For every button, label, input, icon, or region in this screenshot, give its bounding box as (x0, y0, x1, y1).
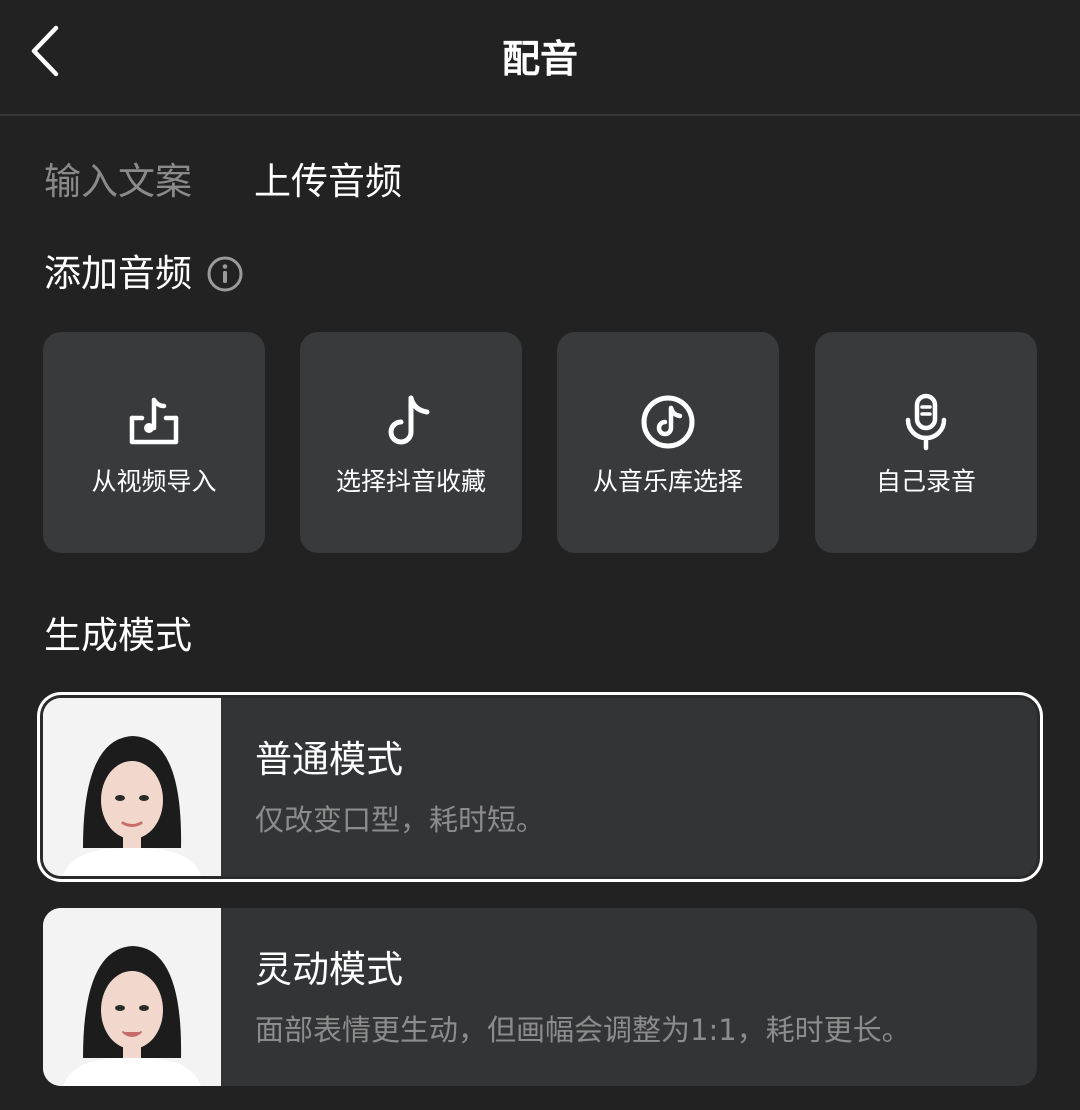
source-douyin-favorites[interactable]: 选择抖音收藏 (300, 332, 522, 553)
source-label: 从视频导入 (91, 467, 217, 496)
info-icon[interactable] (206, 255, 244, 293)
page-title: 配音 (501, 37, 578, 81)
avatar-thumbnail (43, 698, 221, 876)
source-record[interactable]: 自己录音 (815, 332, 1037, 553)
video-import-icon (129, 397, 179, 445)
top-bar: 配音 (0, 0, 1080, 116)
source-label: 自己录音 (875, 467, 976, 496)
tab-input-text[interactable]: 输入文案 (44, 158, 192, 206)
microphone-icon (905, 393, 947, 451)
mode-description: 仅改变口型，耗时短。 (255, 803, 546, 837)
source-music-library[interactable]: 从音乐库选择 (557, 332, 779, 553)
source-video-import[interactable]: 从视频导入 (43, 332, 265, 553)
music-disc-icon (641, 395, 695, 449)
mode-description: 面部表情更生动，但画幅会调整为1:1，耗时更长。 (255, 1013, 911, 1047)
mode-title: 普通模式 (255, 738, 403, 781)
generation-mode-title: 生成模式 (44, 614, 192, 657)
mode-title: 灵动模式 (255, 948, 403, 991)
mode-lively-card[interactable]: 灵动模式 面部表情更生动，但画幅会调整为1:1，耗时更长。 (43, 908, 1037, 1086)
douyin-note-icon (388, 395, 430, 445)
add-audio-title: 添加音频 (44, 252, 192, 295)
mode-normal-card[interactable]: 普通模式 仅改变口型，耗时短。 (43, 698, 1037, 876)
source-label: 选择抖音收藏 (335, 467, 486, 496)
source-label: 从音乐库选择 (592, 467, 743, 496)
tab-upload-audio[interactable]: 上传音频 (254, 158, 402, 206)
avatar-thumbnail (43, 908, 221, 1086)
